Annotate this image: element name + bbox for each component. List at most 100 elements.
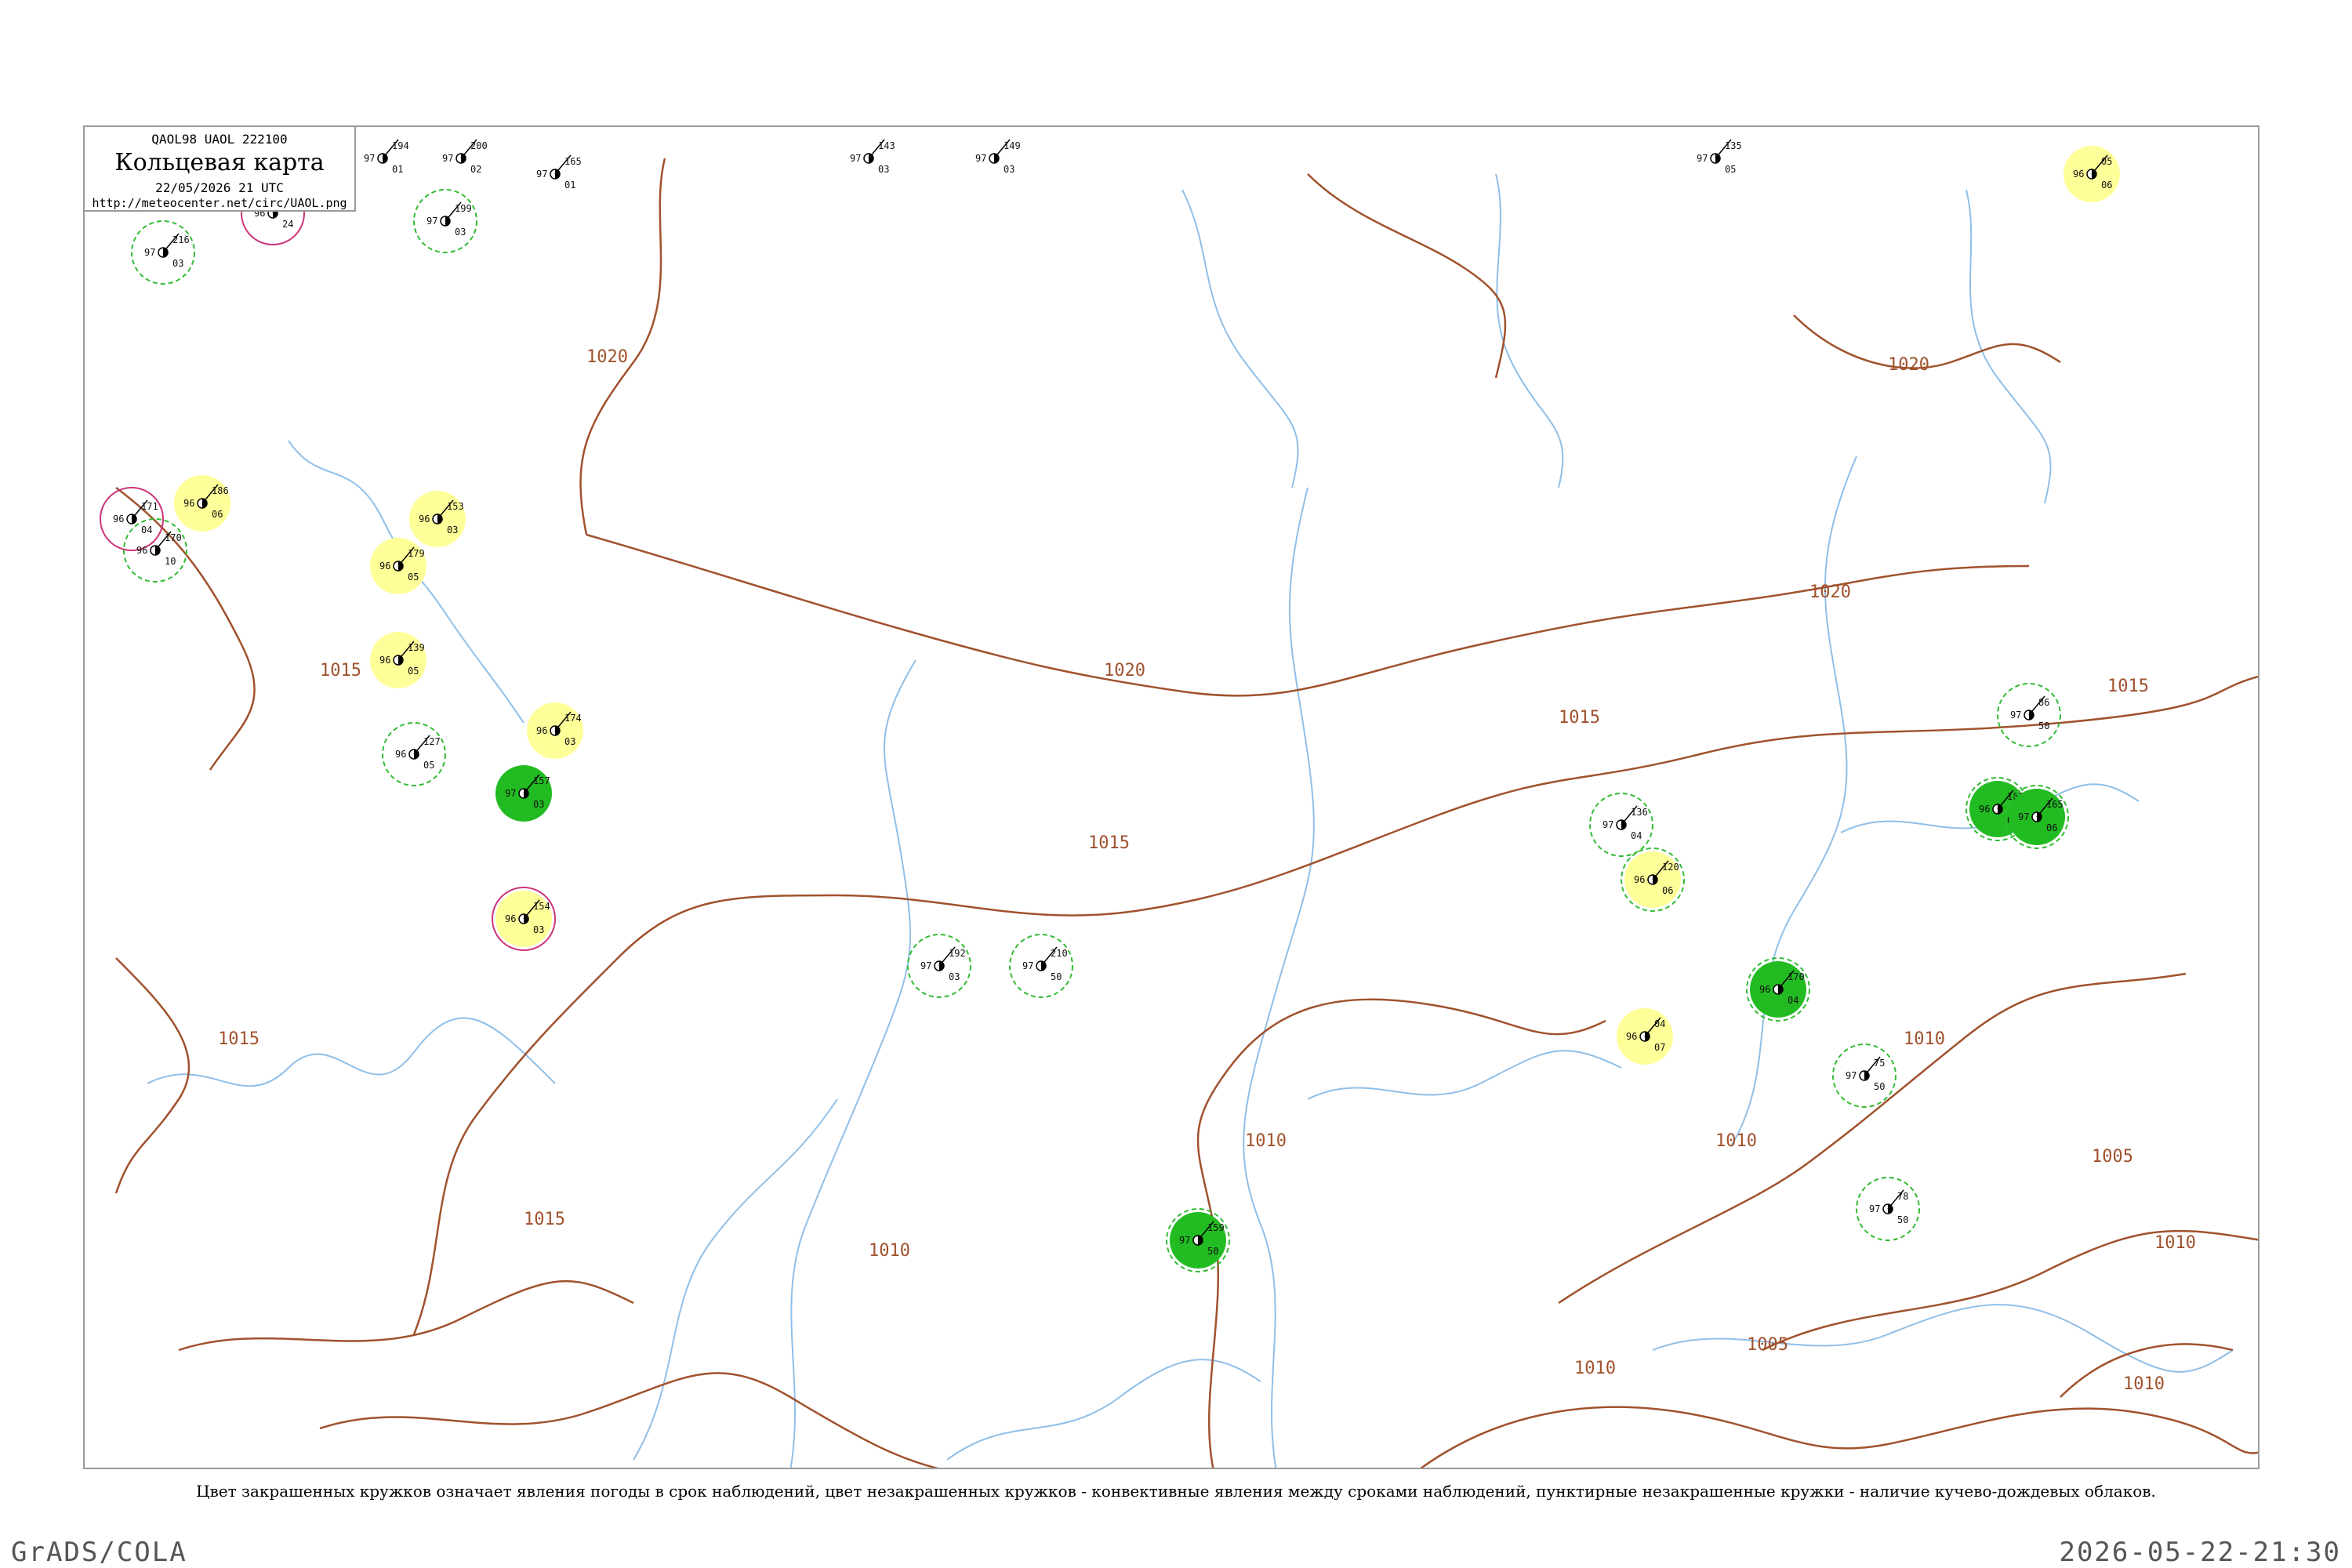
station-dewpoint: 03 xyxy=(949,971,960,982)
station-pressure: 170 xyxy=(165,532,182,543)
station-temperature: 97 xyxy=(1602,819,1613,830)
station-temperature: 97 xyxy=(2018,811,2029,822)
river-west-1 xyxy=(147,1017,556,1087)
river-lena xyxy=(1730,456,1857,1147)
station-marker[interactable]: 174 96 03 xyxy=(527,702,583,759)
station-dewpoint: 50 xyxy=(1051,971,1062,982)
station-temperature: 97 xyxy=(1697,153,1708,164)
station-temperature: 97 xyxy=(975,153,986,164)
station-marker[interactable]: 149 97 03 xyxy=(975,139,1021,175)
station-dewpoint: 04 xyxy=(1631,830,1642,841)
station-pressure: 154 xyxy=(533,901,550,912)
station-marker[interactable]: 192 97 03 xyxy=(907,934,971,998)
station-marker[interactable]: 120 96 06 xyxy=(1621,848,1685,912)
station-pressure: 05 xyxy=(2101,156,2112,167)
station-temperature: 97 xyxy=(442,153,453,164)
station-marker[interactable]: 75 97 50 xyxy=(1832,1044,1896,1108)
station-dewpoint: 04 xyxy=(141,524,152,535)
station-dewpoint: 07 xyxy=(1654,1042,1665,1053)
station-marker[interactable]: 154 96 03 xyxy=(492,887,556,951)
legend-url[interactable]: http://meteocenter.net/circ/UAOL.png xyxy=(85,196,354,210)
isobar-1015-south xyxy=(178,1279,634,1352)
station-dewpoint: 06 xyxy=(212,509,223,520)
station-marker[interactable]: 159 97 50 xyxy=(1166,1208,1230,1272)
station-dewpoint: 03 xyxy=(1004,164,1014,175)
isobar-1020-central xyxy=(586,533,2030,697)
station-temperature: 97 xyxy=(850,153,861,164)
station-temperature: 97 xyxy=(364,153,375,164)
station-pressure: 171 xyxy=(141,501,158,512)
station-temperature: 97 xyxy=(920,960,931,971)
station-marker[interactable]: 127 96 05 xyxy=(382,722,446,786)
station-dewpoint: 03 xyxy=(533,799,544,810)
station-temperature: 96 xyxy=(113,514,124,524)
isobar-1015-central xyxy=(412,675,2258,1335)
station-pressure: 120 xyxy=(1662,862,1679,873)
station-dewpoint: 05 xyxy=(423,760,434,771)
river-angara xyxy=(1307,1050,1622,1100)
station-dewpoint: 04 xyxy=(1788,995,1798,1006)
station-marker[interactable]: 200 97 02 xyxy=(442,139,488,175)
station-marker[interactable]: 139 96 05 xyxy=(370,632,426,688)
station-marker[interactable]: 216 97 03 xyxy=(131,220,195,285)
station-dewpoint: 03 xyxy=(564,736,575,747)
station-pressure: 135 xyxy=(1725,140,1742,151)
station-dewpoint: 05 xyxy=(408,572,419,583)
station-dewpoint: 01 xyxy=(392,164,403,175)
station-marker[interactable]: 86 97 50 xyxy=(1997,683,2061,747)
station-marker[interactable]: 194 97 01 xyxy=(364,139,409,175)
station-pressure: 186 xyxy=(212,485,229,496)
river-north-3 xyxy=(1965,189,2052,504)
station-temperature: 96 xyxy=(1626,1031,1637,1042)
weather-map[interactable]: 1020 1020 1020 1020 1015 1015 1015 1015 … xyxy=(83,125,2259,1469)
station-marker[interactable]: 157 97 03 xyxy=(495,765,552,822)
station-marker[interactable]: 153 96 03 xyxy=(409,491,466,547)
station-pressure: 159 xyxy=(1207,1222,1225,1233)
station-marker[interactable]: 186 96 06 xyxy=(174,475,230,532)
station-pressure: 127 xyxy=(423,736,441,747)
station-marker[interactable]: 04 96 07 xyxy=(1617,1008,1673,1065)
isobar-label: 1015 xyxy=(2107,677,2149,696)
station-marker[interactable]: 136 97 04 xyxy=(1589,793,1653,857)
station-dewpoint: 06 xyxy=(2101,180,2112,191)
legend-box: QAOL98 UAOL 222100 Кольцевая карта 22/05… xyxy=(83,125,356,212)
legend-title: Кольцевая карта xyxy=(114,149,325,176)
station-pressure: 86 xyxy=(2038,697,2049,708)
station-dewpoint: 50 xyxy=(2038,720,2049,731)
station-marker[interactable]: 78 97 50 xyxy=(1856,1177,1920,1241)
map-caption: Цвет закрашенных кружков означает явлени… xyxy=(196,1482,2156,1501)
station-pressure: 139 xyxy=(408,642,425,653)
station-pressure: 200 xyxy=(470,140,488,151)
isobar-label: 1010 xyxy=(1715,1131,1757,1151)
station-pressure: 199 xyxy=(455,203,472,214)
river-north-1 xyxy=(1181,189,1299,488)
station-marker[interactable]: 199 97 03 xyxy=(413,189,477,253)
legend-code: QAOL98 UAOL 222100 xyxy=(151,132,288,147)
river-amur xyxy=(1652,1304,2234,1373)
station-dewpoint: 24 xyxy=(282,219,293,230)
station-pressure: 04 xyxy=(1654,1018,1665,1029)
station-temperature: 96 xyxy=(395,749,406,760)
station-dewpoint: 50 xyxy=(1897,1214,1908,1225)
station-temperature: 96 xyxy=(183,498,194,509)
station-temperature: 96 xyxy=(536,725,547,736)
river-irtysh xyxy=(633,1098,838,1461)
isobar-label: 1005 xyxy=(2092,1147,2133,1167)
river-south-1 xyxy=(946,1359,1261,1461)
isobar-1020-north xyxy=(1307,173,1507,379)
station-pressure: 149 xyxy=(1004,140,1021,151)
station-marker[interactable]: 210 97 50 xyxy=(1009,934,1073,998)
station-marker[interactable]: 135 97 05 xyxy=(1697,139,1742,175)
station-marker[interactable]: 179 96 05 xyxy=(370,538,426,594)
footer-software: GrADS/COLA xyxy=(11,1537,187,1568)
station-marker[interactable]: 05 96 06 xyxy=(2063,146,2120,202)
station-dewpoint: 01 xyxy=(564,180,575,191)
map-canvas: 1020 1020 1020 1020 1015 1015 1015 1015 … xyxy=(100,139,2258,1468)
station-marker[interactable]: 165 97 01 xyxy=(536,154,582,191)
station-pressure: 143 xyxy=(878,140,895,151)
station-marker[interactable]: 143 97 03 xyxy=(850,139,895,175)
legend-datetime: 22/05/2026 21 UTC xyxy=(155,180,284,195)
station-marker[interactable]: 170 96 04 xyxy=(1746,957,1810,1022)
station-pressure: 78 xyxy=(1897,1191,1908,1202)
isobar-label: 1010 xyxy=(1904,1029,1945,1049)
